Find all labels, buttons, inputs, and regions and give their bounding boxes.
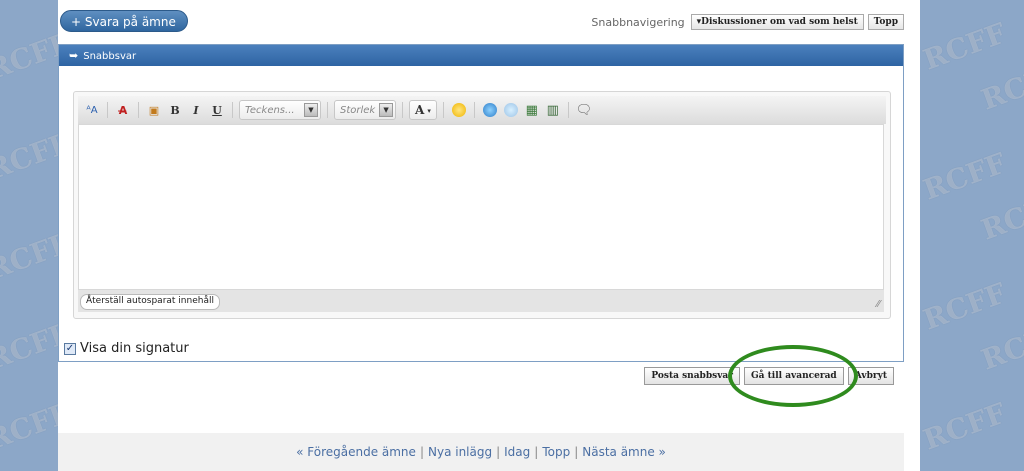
switch-mode-icon[interactable]: ᴬA <box>83 101 101 119</box>
font-color-label: A <box>415 103 425 117</box>
toolbar-separator <box>473 102 475 118</box>
watermark-text: RCFF <box>976 186 1024 247</box>
toolbar-separator <box>232 102 233 118</box>
bold-button[interactable]: B <box>166 101 184 119</box>
watermark-text: RCFF <box>0 226 58 287</box>
watermark-text: RCFF <box>976 56 1024 117</box>
text-editor: ᴬA A̶ ▣ B I U Teckens...▼ Storlek▼ A▾ <box>73 91 891 319</box>
thread-navigation-footer: « Föregående ämne | Nya inlägg | Idag | Topp | N… <box>58 433 904 471</box>
unlink-icon[interactable] <box>502 101 520 119</box>
background-left: RCFF RCFF RCFF RCFF RCFF <box>0 0 58 471</box>
top-link[interactable]: Topp <box>542 445 570 459</box>
quick-navigation: Snabbnavigering ▾Diskussioner om vad som… <box>591 14 904 30</box>
chevron-down-icon: ▾ <box>427 105 431 115</box>
watermark-text: RCFF <box>976 316 1024 377</box>
toolbar-separator <box>567 102 569 118</box>
pipe-separator: | <box>419 445 424 459</box>
quicknav-label: Snabbnavigering <box>591 15 685 29</box>
watermark-text: RCFF <box>920 396 1011 457</box>
panel-header[interactable]: ➥ Snabbsvar <box>59 45 903 66</box>
size-select-label: Storlek <box>340 104 376 116</box>
toolbar-separator <box>442 102 444 118</box>
pipe-separator: | <box>496 445 501 459</box>
next-topic-link[interactable]: Nästa ämne » <box>582 445 666 459</box>
size-select[interactable]: Storlek ▼ <box>334 100 396 120</box>
prev-topic-link[interactable]: « Föregående ämne <box>296 445 416 459</box>
forum-select-button[interactable]: ▾Diskussioner om vad som helst <box>690 14 864 30</box>
chevron-down-icon: ▼ <box>379 103 393 117</box>
watermark-text: RCFF <box>0 316 58 377</box>
new-posts-link[interactable]: Nya inlägg <box>428 445 492 459</box>
reply-topic-button[interactable]: + Svara på ämne <box>60 10 188 32</box>
chevron-down-icon: ▼ <box>304 103 318 117</box>
quote-icon[interactable]: 🗨 <box>575 101 593 119</box>
font-color-button[interactable]: A ▾ <box>409 100 437 120</box>
toolbar-separator <box>138 102 139 118</box>
watermark-text: RCFF <box>0 126 58 187</box>
toolbar-separator <box>402 102 403 118</box>
highlight-circle <box>728 345 858 407</box>
signature-option[interactable]: ✓ Visa din signatur <box>64 341 189 356</box>
watermark-text: RCFF <box>0 396 58 457</box>
font-select-label: Teckens... <box>245 104 295 116</box>
background-right: RCFF RCFF RCFF RCFF RCFF RCFF RCFF <box>920 0 1024 471</box>
main-content: + Svara på ämne Snabbnavigering ▾Diskuss… <box>58 0 920 471</box>
editor-footer: Återställ autosparat innehåll ⁄⁄ <box>78 290 884 312</box>
signature-label: Visa din signatur <box>80 341 189 356</box>
watermark-text: RCFF <box>920 16 1011 77</box>
toolbar-separator <box>107 102 108 118</box>
watermark-text: RCFF <box>920 276 1011 337</box>
remove-format-icon[interactable]: A̶ <box>114 101 132 119</box>
toolbar-separator <box>327 102 328 118</box>
editor-toolbar: ᴬA A̶ ▣ B I U Teckens...▼ Storlek▼ A▾ <box>78 96 886 124</box>
underline-button[interactable]: U <box>208 101 226 119</box>
font-select[interactable]: Teckens... ▼ <box>239 100 321 120</box>
watermark-text: RCFF <box>0 26 58 87</box>
post-quick-reply-button[interactable]: Posta snabbsvar <box>644 367 740 385</box>
today-link[interactable]: Idag <box>504 445 530 459</box>
watermark-text: RCFF <box>920 146 1011 207</box>
paste-icon[interactable]: ▣ <box>145 101 163 119</box>
image-icon[interactable]: ▦ <box>523 101 541 119</box>
quick-reply-panel: ➥ Snabbsvar ᴬA A̶ ▣ B I U Teckens... ▼ Sto… <box>58 44 904 362</box>
restore-autosave-button[interactable]: Återställ autosparat innehåll <box>80 294 220 310</box>
collapse-arrow-icon[interactable]: ➥ <box>69 49 78 62</box>
smiley-icon[interactable] <box>450 101 468 119</box>
italic-button[interactable]: I <box>187 101 205 119</box>
pipe-separator: | <box>574 445 579 459</box>
video-icon[interactable]: ▥ <box>544 101 562 119</box>
message-textarea[interactable] <box>78 124 884 290</box>
panel-title: Snabbsvar <box>83 51 137 62</box>
resize-handle-icon[interactable]: ⁄⁄ <box>877 299 880 310</box>
signature-checkbox[interactable]: ✓ <box>64 342 76 355</box>
pipe-separator: | <box>534 445 539 459</box>
top-button[interactable]: Topp <box>867 14 904 30</box>
link-icon[interactable] <box>481 101 499 119</box>
